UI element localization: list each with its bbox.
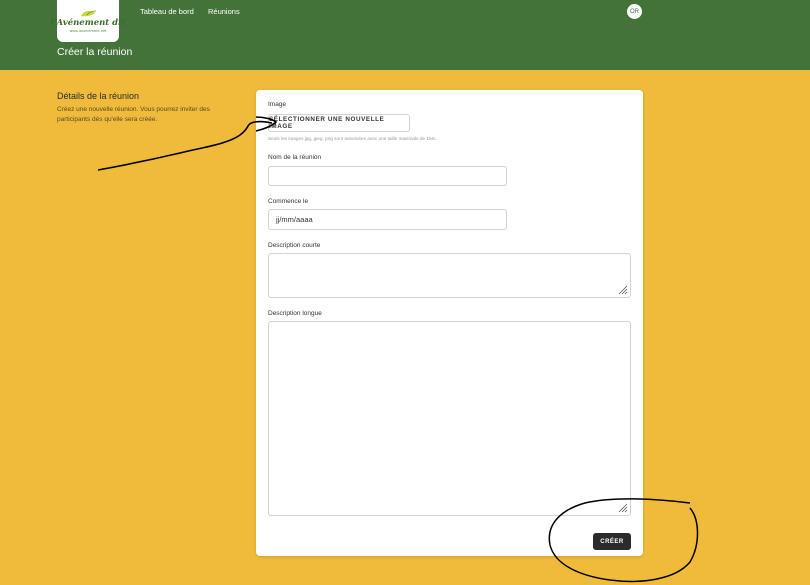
create-button[interactable]: CRÉER [593, 533, 631, 550]
resize-grip-icon[interactable] [618, 503, 628, 513]
logo-url: www.lavenement.net [69, 29, 107, 34]
logo-text: l'Avénement dit [50, 17, 126, 28]
long-description-textarea[interactable] [268, 321, 631, 516]
meeting-name-label: Nom de la réunion [268, 154, 322, 161]
section-description: Créez une nouvelle réunion. Vous pourrez… [57, 106, 210, 123]
nav-dashboard-link[interactable]: Tableau de bord [140, 7, 194, 16]
nav-meetings-link[interactable]: Réunions [208, 7, 240, 16]
select-image-button[interactable]: SÉLECTIONNER UNE NOUVELLE IMAGE [268, 114, 410, 132]
resize-grip-icon[interactable] [618, 285, 628, 295]
short-description-label: Description courte [268, 242, 321, 249]
short-description-textarea[interactable] [268, 253, 631, 298]
start-date-input[interactable]: jj/mm/aaaa [268, 209, 507, 230]
meeting-form-card: Image SÉLECTIONNER UNE NOUVELLE IMAGE Se… [256, 90, 643, 556]
image-label: Image [268, 101, 287, 108]
image-hint: Seuls les images jpg, jpeg, png sont aut… [268, 136, 437, 141]
leaf-icon [81, 10, 97, 17]
page-title: Créer la réunion [57, 46, 133, 58]
section-title: Détails de la réunion [57, 91, 140, 101]
user-avatar[interactable]: OR [627, 4, 642, 19]
logo[interactable]: l'Avénement dit www.lavenement.net [51, 0, 125, 42]
annotation-arrow-line [97, 120, 273, 171]
long-description-label: Description longue [268, 310, 322, 317]
meeting-name-input[interactable] [268, 166, 507, 186]
start-date-label: Commence le [268, 198, 309, 205]
top-navigation-bar: l'Avénement dit www.lavenement.net Table… [0, 0, 810, 70]
